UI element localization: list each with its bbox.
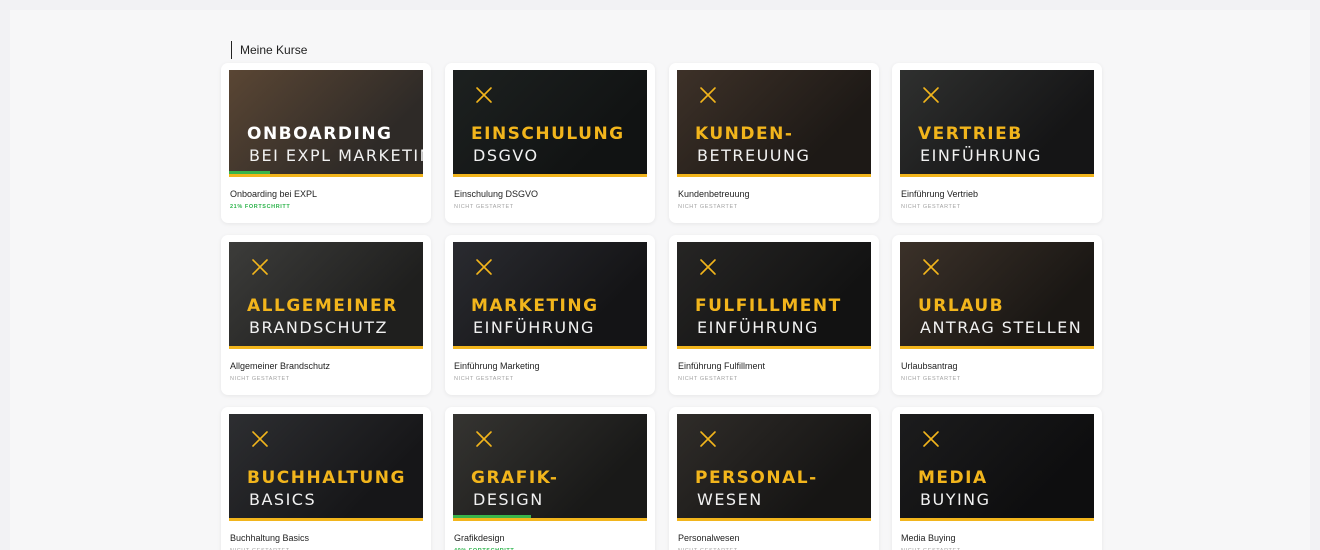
- course-card[interactable]: EINSCHULUNG DSGVO Einschulung DSGVO NICHT G…: [445, 63, 655, 223]
- progress-bar: [229, 171, 270, 174]
- course-thumbnail: MEDIA BUYING: [900, 414, 1094, 521]
- expl-x-logo-icon: [476, 87, 492, 103]
- course-status: NICHT GESTARTET: [230, 376, 290, 382]
- expl-x-logo-icon: [923, 431, 939, 447]
- course-status: NICHT GESTARTET: [678, 376, 738, 382]
- course-thumbnail: BUCHHALTUNG BASICS: [229, 414, 423, 521]
- thumbnail-title-top: PERSONAL-: [695, 468, 818, 488]
- thumbnail-title-bottom: EINFÜHRUNG: [920, 146, 1042, 165]
- thumbnail-title-top: MEDIA: [918, 468, 988, 488]
- expl-x-logo-icon: [923, 87, 939, 103]
- progress-bar: [453, 515, 531, 518]
- thumbnail-title-top: GRAFIK-: [471, 468, 559, 488]
- course-thumbnail: EINSCHULUNG DSGVO: [453, 70, 647, 177]
- content-panel: Meine Kurse ONBOARDING BEI EXPL MARKETING…: [10, 10, 1310, 550]
- thumbnail-title-bottom: DESIGN: [473, 490, 544, 509]
- course-card[interactable]: ONBOARDING BEI EXPL MARKETING Onboarding b…: [221, 63, 431, 223]
- course-card[interactable]: URLAUB ANTRAG STELLEN Urlaubsantrag NICHT G…: [892, 235, 1102, 395]
- thumbnail-title-top: VERTRIEB: [918, 124, 1023, 144]
- expl-x-logo-icon: [700, 431, 716, 447]
- course-card[interactable]: MEDIABUYINGMedia BuyingNICHT GESTARTET: [892, 407, 1102, 550]
- thumbnail-title-top: URLAUB: [918, 296, 1005, 316]
- thumbnail-title-top: BUCHHALTUNG: [247, 468, 406, 488]
- thumbnail-title-top: KUNDEN-: [695, 124, 794, 144]
- thumbnail-title-top: ONBOARDING: [247, 124, 393, 144]
- thumbnail-title-top: MARKETING: [471, 296, 599, 316]
- thumbnail-title-top: ALLGEMEINER: [247, 296, 398, 316]
- course-name: Personalwesen: [678, 533, 740, 543]
- thumbnail-title-bottom: BASICS: [249, 490, 317, 509]
- thumbnail-title-bottom: DSGVO: [473, 146, 539, 165]
- course-thumbnail: FULFILLMENT EINFÜHRUNG: [677, 242, 871, 349]
- course-thumbnail: KUNDEN- BETREUUNG: [677, 70, 871, 177]
- thumbnail-title-bottom: BRANDSCHUTZ: [249, 318, 388, 337]
- expl-x-logo-icon: [476, 431, 492, 447]
- course-thumbnail: PERSONAL- WESEN: [677, 414, 871, 521]
- course-name: Grafikdesign: [454, 533, 505, 543]
- expl-x-logo-icon: [252, 431, 268, 447]
- expl-x-logo-icon: [476, 259, 492, 275]
- thumbnail-title-top: EINSCHULUNG: [471, 124, 625, 144]
- course-name: Urlaubsantrag: [901, 361, 958, 371]
- expl-x-logo-icon: [700, 87, 716, 103]
- course-card[interactable]: VERTRIEB EINFÜHRUNG Einführung Vertrieb NIC…: [892, 63, 1102, 223]
- course-status: NICHT GESTARTET: [901, 204, 961, 210]
- course-thumbnail: MARKETING EINFÜHRUNG: [453, 242, 647, 349]
- thumbnail-title-bottom: EINFÜHRUNG: [697, 318, 819, 337]
- course-name: Buchhaltung Basics: [230, 533, 310, 543]
- course-thumbnail: ONBOARDING BEI EXPL MARKETING: [229, 70, 423, 177]
- course-card[interactable]: ALLGEMEINER BRANDSCHUTZ Allgemeiner Brands…: [221, 235, 431, 395]
- course-status: 21% FORTSCHRITT: [230, 204, 291, 210]
- thumbnail-title-bottom: ANTRAG STELLEN: [920, 318, 1083, 337]
- course-card[interactable]: BUCHHALTUNGBASICSBuchhaltung BasicsNICHT…: [221, 407, 431, 550]
- course-status: NICHT GESTARTET: [901, 376, 961, 382]
- course-name: Onboarding bei EXPL: [230, 189, 318, 199]
- course-name: Einschulung DSGVO: [454, 189, 539, 199]
- course-thumbnail: GRAFIK- DESIGN: [453, 414, 647, 521]
- course-card[interactable]: PERSONAL-WESENPersonalwesenNICHT GESTART…: [669, 407, 879, 550]
- thumbnail-title-bottom: BEI EXPL MARKETING: [249, 146, 423, 165]
- course-name: Einführung Marketing: [454, 361, 540, 371]
- course-status: NICHT GESTARTET: [454, 376, 514, 382]
- course-name: Einführung Vertrieb: [901, 189, 979, 199]
- expl-x-logo-icon: [700, 259, 716, 275]
- section-title: Meine Kurse: [231, 41, 307, 59]
- course-thumbnail: VERTRIEB EINFÜHRUNG: [900, 70, 1094, 177]
- thumbnail-title-bottom: EINFÜHRUNG: [473, 318, 595, 337]
- course-card[interactable]: KUNDEN- BETREUUNG Kundenbetreuung NICHT GES…: [669, 63, 879, 223]
- thumbnail-title-bottom: BETREUUNG: [697, 146, 811, 165]
- course-name: Kundenbetreuung: [678, 189, 750, 199]
- course-name: Einführung Fulfillment: [678, 361, 766, 371]
- course-card[interactable]: MARKETING EINFÜHRUNG Einführung Marketing N…: [445, 235, 655, 395]
- expl-x-logo-icon: [923, 259, 939, 275]
- course-status: NICHT GESTARTET: [454, 204, 514, 210]
- thumbnail-title-bottom: WESEN: [697, 490, 763, 509]
- course-thumbnail: ALLGEMEINER BRANDSCHUTZ: [229, 242, 423, 349]
- expl-x-logo-icon: [252, 259, 268, 275]
- course-status: NICHT GESTARTET: [678, 204, 738, 210]
- course-thumbnail: URLAUB ANTRAG STELLEN: [900, 242, 1094, 349]
- course-name: Allgemeiner Brandschutz: [230, 361, 331, 371]
- course-card[interactable]: GRAFIK-DESIGNGrafikdesign40% FORTSCHRITT: [445, 407, 655, 550]
- course-name: Media Buying: [901, 533, 956, 543]
- thumbnail-title-top: FULFILLMENT: [695, 296, 842, 316]
- thumbnail-title-bottom: BUYING: [920, 490, 991, 509]
- course-card[interactable]: FULFILLMENT EINFÜHRUNG Einführung Fulfillm…: [669, 235, 879, 395]
